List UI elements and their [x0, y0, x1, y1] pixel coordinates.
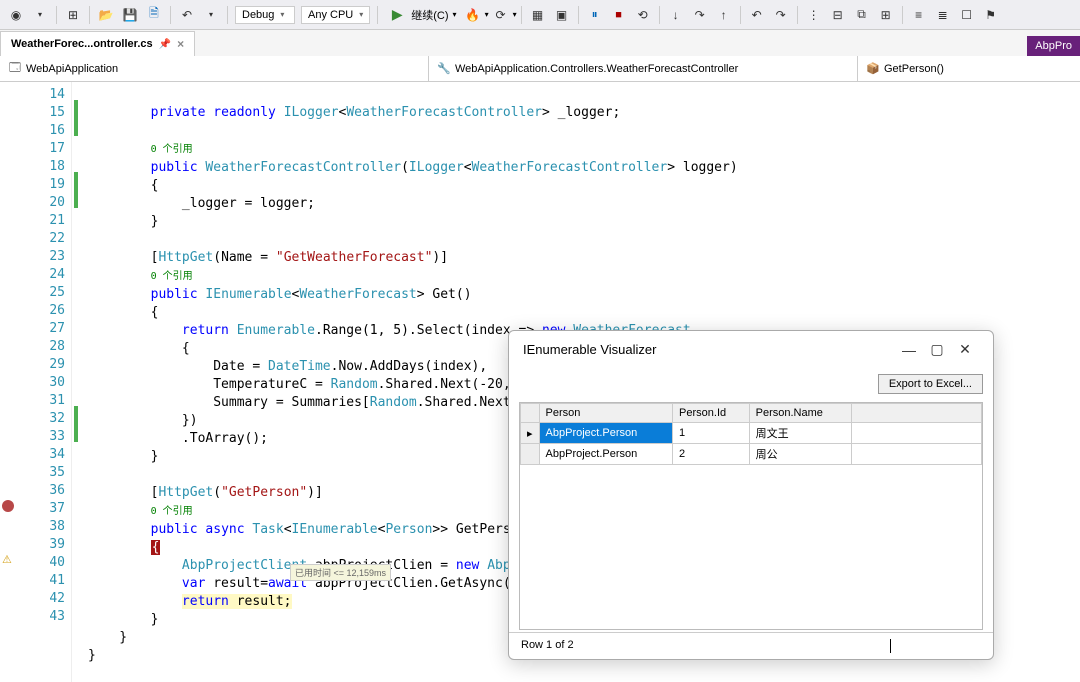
step-back-icon[interactable]: ↶ — [746, 4, 768, 26]
data-grid[interactable]: PersonPerson.IdPerson.Name ▸AbpProject.P… — [519, 402, 983, 630]
tab-label: WeatherForec...ontroller.cs — [11, 38, 153, 50]
close-icon[interactable]: × — [177, 37, 184, 51]
scope-label: WebApiApplication — [26, 63, 118, 75]
hot-reload-icon[interactable]: 🔥 — [462, 4, 484, 26]
misc2-icon[interactable]: ⊟ — [827, 4, 849, 26]
flag-icon[interactable]: ⚑ — [980, 4, 1002, 26]
right-panel-tab[interactable]: AbpPro — [1027, 36, 1080, 56]
toolbox2-icon[interactable]: ▣ — [551, 4, 573, 26]
line-gutter: 1415161718192021222324252627282930313233… — [0, 82, 72, 682]
close-button[interactable]: ✕ — [951, 341, 979, 358]
col-id[interactable]: Person.Id — [673, 404, 750, 423]
class-selector[interactable]: 🔧 WebApiApplication.Controllers.WeatherFo… — [429, 56, 858, 81]
export-excel-button[interactable]: Export to Excel... — [878, 374, 983, 394]
class-label: WebApiApplication.Controllers.WeatherFor… — [455, 63, 738, 75]
save-all-icon[interactable]: 🗎 — [143, 4, 165, 26]
platform-dropdown[interactable]: Any CPU▾ — [301, 6, 370, 24]
status-text: Row 1 of 2 — [521, 639, 890, 653]
hot-menu[interactable]: ▾ — [485, 10, 489, 19]
restart-icon[interactable]: ⟳ — [490, 4, 512, 26]
undo-icon[interactable]: ↶ — [176, 4, 198, 26]
step-into-icon[interactable]: ↓ — [665, 4, 687, 26]
table-row[interactable]: ▸AbpProject.Person1周文王 — [521, 423, 982, 444]
bookmark-icon[interactable]: ☐ — [956, 4, 978, 26]
restart-menu[interactable]: ▾ — [513, 10, 517, 19]
nav-bar: 🗔 WebApiApplication 🔧 WebApiApplication.Co… — [0, 56, 1080, 82]
method-icon: 📦 — [866, 62, 880, 76]
scope-selector[interactable]: 🗔 WebApiApplication — [0, 56, 429, 81]
stop-icon[interactable]: ■ — [608, 4, 630, 26]
pause-icon[interactable]: ⏸ — [584, 4, 606, 26]
minimize-button[interactable]: — — [895, 342, 923, 358]
save-icon[interactable]: 💾 — [119, 4, 141, 26]
method-selector[interactable]: 📦 GetPerson() — [858, 56, 1080, 81]
config-dropdown[interactable]: Debug▾ — [235, 6, 295, 24]
undo-menu[interactable]: ▾ — [200, 4, 222, 26]
align2-icon[interactable]: ≣ — [932, 4, 954, 26]
nav-dropdown-icon[interactable]: ▾ — [29, 4, 51, 26]
continue-button[interactable]: ▶ — [386, 4, 408, 26]
new-item-icon[interactable]: ⊞ — [62, 4, 84, 26]
change-marker-col — [72, 82, 80, 682]
document-tabs: WeatherForec...ontroller.cs 📌 × AbpPro — [0, 30, 1080, 56]
break-icon[interactable]: ⟲ — [632, 4, 654, 26]
step-forward-icon[interactable]: ↷ — [770, 4, 792, 26]
method-label: GetPerson() — [884, 63, 944, 75]
maximize-button[interactable]: ▢ — [923, 341, 951, 358]
misc1-icon[interactable]: ⋮ — [803, 4, 825, 26]
misc3-icon[interactable]: ⧉ — [851, 4, 873, 26]
open-icon[interactable]: 📂 — [95, 4, 117, 26]
visualizer-window: IEnumerable Visualizer — ▢ ✕ Export to E… — [508, 330, 994, 660]
elapsed-tooltip: 已用时间 <= 12,159ms — [290, 564, 391, 581]
breakpoint-marker[interactable] — [2, 500, 14, 512]
cursor-indicator — [890, 639, 891, 653]
col-name[interactable]: Person.Name — [749, 404, 851, 423]
toolbox1-icon[interactable]: ▦ — [527, 4, 549, 26]
config-label: Debug — [242, 9, 274, 21]
table-row[interactable]: AbpProject.Person2周公 — [521, 444, 982, 465]
warning-icon: ⚠ — [2, 553, 12, 566]
main-toolbar: ◉ ▾ ⊞ 📂 💾 🗎 ↶ ▾ Debug▾ Any CPU▾ ▶ 继续(C) … — [0, 0, 1080, 30]
step-out-icon[interactable]: ↑ — [713, 4, 735, 26]
continue-label: 继续(C) — [411, 7, 448, 23]
col-person[interactable]: Person — [539, 404, 673, 423]
align1-icon[interactable]: ≡ — [908, 4, 930, 26]
continue-menu[interactable]: ▾ — [453, 10, 457, 19]
misc4-icon[interactable]: ⊞ — [875, 4, 897, 26]
active-tab[interactable]: WeatherForec...ontroller.cs 📌 × — [0, 31, 195, 56]
pin-icon[interactable]: 📌 — [159, 39, 171, 50]
step-over-icon[interactable]: ↷ — [689, 4, 711, 26]
nav-back-icon[interactable]: ◉ — [5, 4, 27, 26]
platform-label: Any CPU — [308, 9, 353, 21]
visualizer-title: IEnumerable Visualizer — [523, 342, 895, 357]
project-icon: 🗔 — [8, 62, 22, 76]
class-icon: 🔧 — [437, 62, 451, 76]
